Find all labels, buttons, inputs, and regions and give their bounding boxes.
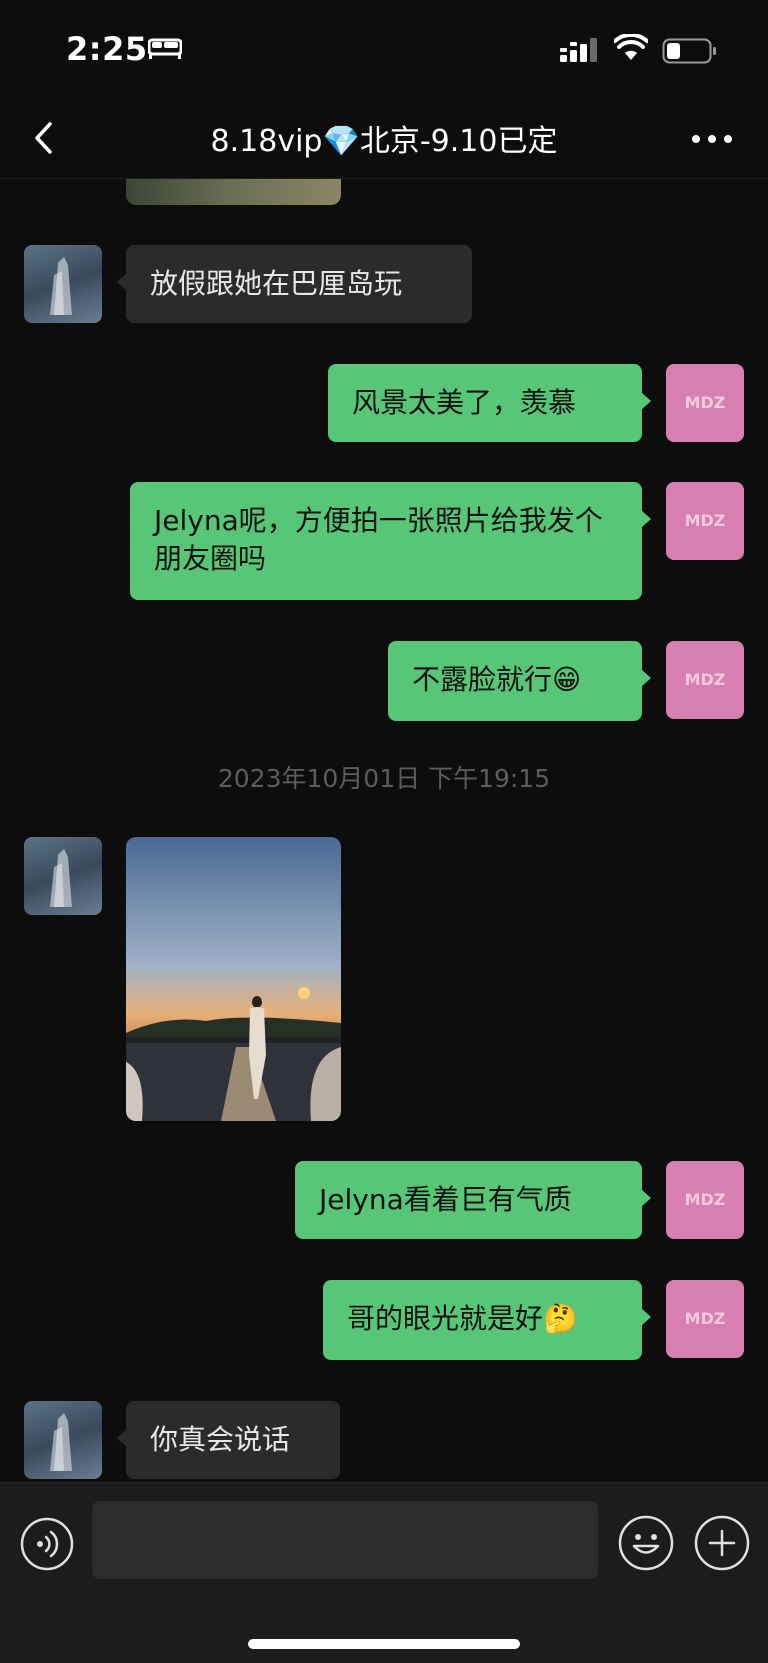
svg-text:MDZ: MDZ (685, 511, 726, 530)
battery-icon (662, 38, 716, 64)
chat-header: 8.18vip💎北京-9.10已定 (0, 100, 768, 179)
my-avatar[interactable]: MDZ (666, 1161, 744, 1239)
svg-text:MDZ: MDZ (685, 670, 726, 689)
message-bubble-sent[interactable]: 不露脸就行😁 (388, 641, 651, 721)
message-list[interactable]: 放假跟她在巴厘岛玩 MDZ 风景太美了，羡慕 MDZ Jelyna呢，方便拍一张… (0, 179, 768, 1481)
chat-title: 8.18vip💎北京-9.10已定 (210, 124, 558, 159)
svg-text:MDZ: MDZ (685, 1190, 726, 1209)
previous-image-message[interactable] (126, 179, 341, 205)
my-avatar[interactable]: MDZ (666, 364, 744, 442)
voice-input-icon[interactable] (20, 1517, 74, 1571)
message-input-bar (0, 1482, 768, 1663)
message-bubble-received[interactable]: 你真会说话 (117, 1401, 340, 1479)
svg-text:MDZ: MDZ (685, 393, 726, 412)
add-attachment-icon[interactable] (694, 1515, 750, 1571)
message-bubble-sent[interactable]: 哥的眼光就是好🤔 (323, 1280, 651, 1360)
message-bubble-sent[interactable]: Jelyna看着巨有气质 (295, 1161, 651, 1239)
message-timestamp: 2023年10月01日 下午19:15 (217, 764, 551, 793)
svg-text:MDZ: MDZ (685, 1309, 726, 1328)
image-message[interactable] (126, 837, 341, 1121)
contact-avatar[interactable] (24, 245, 102, 323)
my-avatar[interactable]: MDZ (666, 482, 744, 560)
wifi-icon (614, 34, 648, 60)
my-avatar[interactable]: MDZ (666, 1280, 744, 1358)
more-options-icon[interactable] (688, 124, 736, 154)
back-arrow-icon[interactable] (28, 118, 64, 158)
emoji-icon[interactable] (618, 1515, 674, 1571)
message-bubble-received[interactable]: 放假跟她在巴厘岛玩 (117, 245, 472, 323)
sleep-mode-icon (148, 38, 182, 59)
status-bar: 2:25 (0, 0, 768, 100)
message-text-input[interactable] (92, 1501, 598, 1579)
contact-avatar[interactable] (24, 837, 102, 915)
status-time: 2:25 (66, 30, 148, 68)
message-bubble-sent[interactable]: 风景太美了，羡慕 (328, 364, 651, 442)
home-indicator[interactable] (248, 1639, 520, 1649)
cellular-signal-icon (560, 38, 597, 62)
contact-avatar[interactable] (24, 1401, 102, 1479)
message-bubble-sent[interactable]: Jelyna呢，方便拍一张照片给我发个朋友圈吗 (130, 482, 651, 600)
my-avatar[interactable]: MDZ (666, 641, 744, 719)
